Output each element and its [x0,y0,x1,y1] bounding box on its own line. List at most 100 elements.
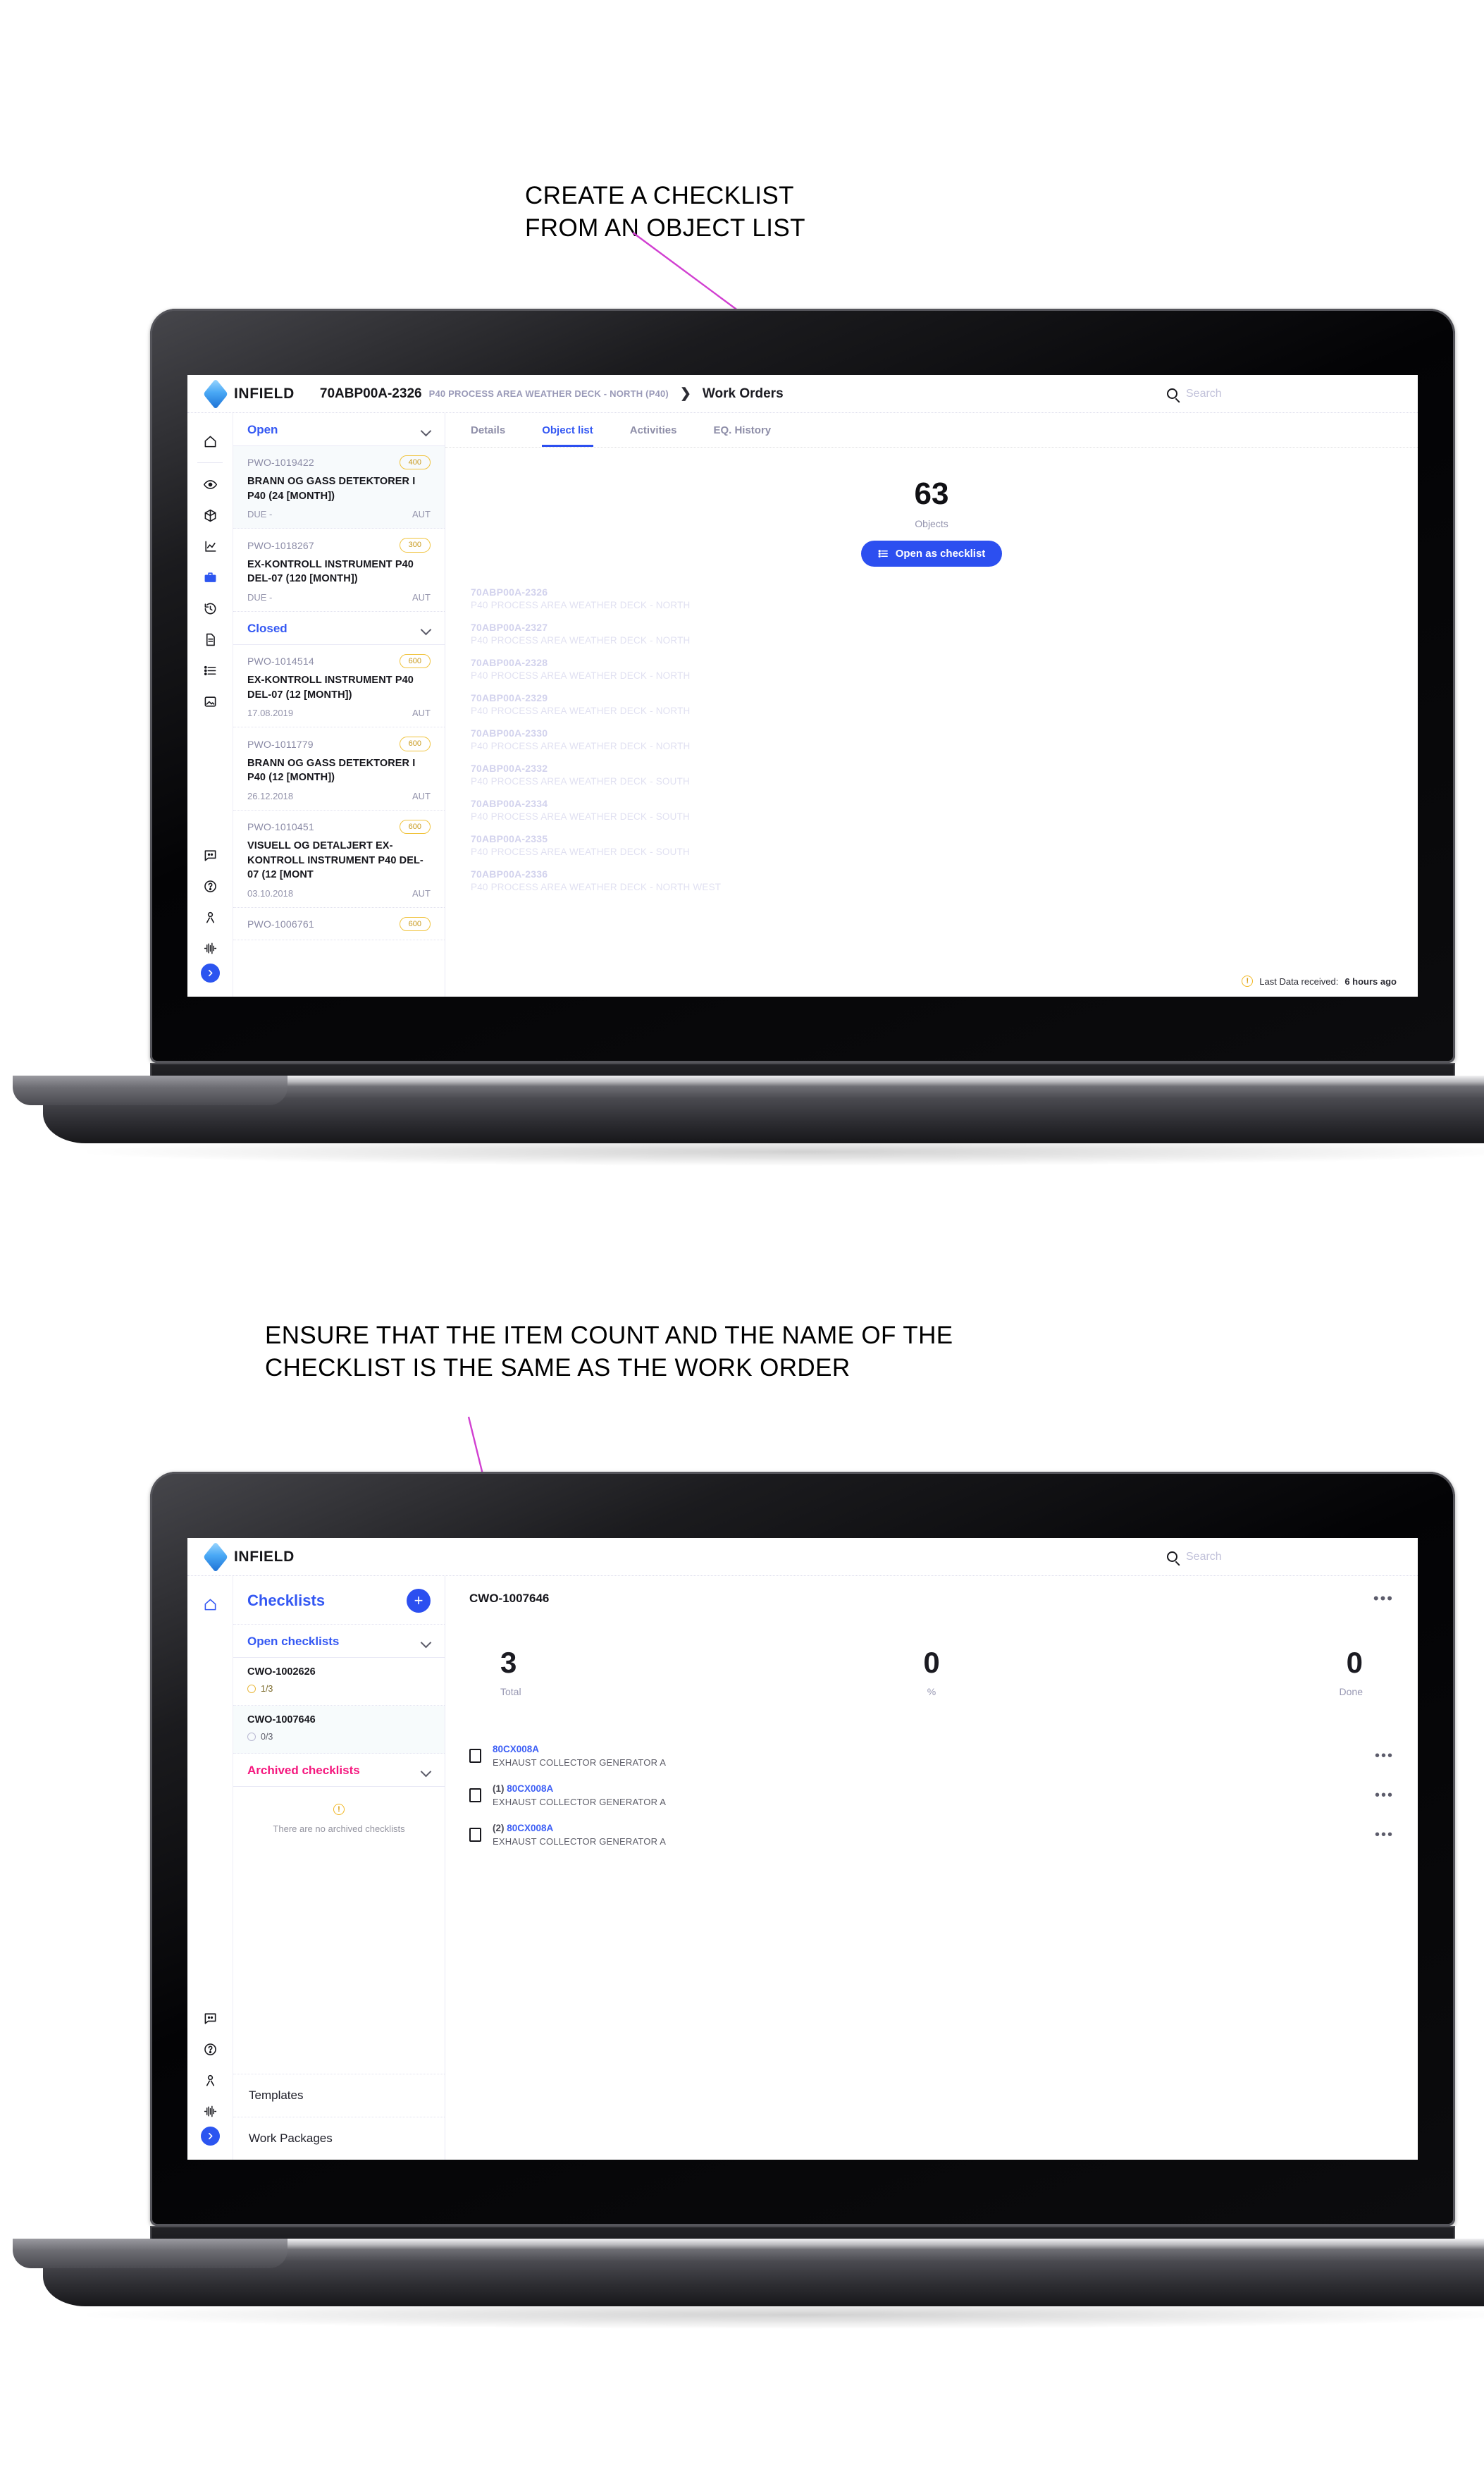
object-row[interactable]: 70ABP00A-2327 P40 PROCESS AREA WEATHER D… [471,622,1392,646]
sidebar-item-images[interactable] [196,686,224,717]
search-input[interactable]: Search [1186,1551,1222,1563]
tab-eq-history[interactable]: EQ. History [713,424,771,447]
status-bar: ! Last Data received: 6 hours ago [1242,976,1397,987]
checkbox-icon[interactable] [469,1788,481,1802]
breadcrumb-description: P40 PROCESS AREA WEATHER DECK - NORTH (P… [428,388,669,399]
checkbox-icon[interactable] [469,1828,481,1842]
sidebar-collapse-button[interactable] [200,2127,220,2146]
work-order-row[interactable]: PWO-1014514 600 EX-KONTROLL INSTRUMENT P… [233,645,445,728]
overflow-menu-icon[interactable]: ••• [1375,1749,1394,1763]
object-row[interactable]: 70ABP00A-2335 P40 PROCESS AREA WEATHER D… [471,833,1392,857]
open-as-checklist-button[interactable]: Open as checklist [860,541,1003,567]
search-input[interactable]: Search [1186,388,1222,400]
object-row[interactable]: 70ABP00A-2326 P40 PROCESS AREA WEATHER D… [471,586,1392,610]
sidebar-item-work-packages[interactable]: Work Packages [233,2117,445,2160]
object-row[interactable]: 70ABP00A-2334 P40 PROCESS AREA WEATHER D… [471,798,1392,822]
sidebar-item-profile[interactable] [196,902,224,933]
search-icon [1167,388,1177,399]
status-value: 6 hours ago [1344,976,1397,987]
sidebar-item-documents[interactable] [196,624,224,655]
checklist-item-tag: 80CX008A [507,1783,554,1794]
sidebar-item-cube[interactable] [196,500,224,531]
sidebar-item-messages[interactable] [196,839,224,871]
sidebar-item-list[interactable] [196,655,224,686]
group-label: Closed [247,621,287,635]
work-order-row[interactable]: PWO-1018267 300 EX-KONTROLL INSTRUMENT P… [233,529,445,612]
group-header-closed[interactable]: Closed [233,612,445,645]
overflow-menu-icon[interactable]: ••• [1375,1828,1394,1842]
work-order-due: DUE - [247,509,273,520]
tab-object-list[interactable]: Object list [542,424,593,447]
chevron-down-icon[interactable] [421,427,431,433]
sidebar-item-eye[interactable] [196,469,224,500]
checkbox-icon[interactable] [469,1749,481,1763]
search-box-2[interactable]: Search [1167,1551,1399,1563]
poster-canvas: CREATE A CHECKLIST FROM AN OBJECT LIST I… [0,0,1484,2479]
checklist-item-body: 80CX008A EXHAUST COLLECTOR GENERATOR A [493,1744,1375,1768]
sidebar-item-home[interactable] [196,426,224,457]
app-header-2: INFIELD Search [187,1538,1418,1576]
overflow-menu-icon[interactable]: ••• [1373,1591,1394,1606]
checklist-item[interactable]: 80CX008A EXHAUST COLLECTOR GENERATOR A •… [469,1737,1394,1776]
work-order-meta: 03.10.2018 AUT [247,888,431,899]
checklist-item-description: EXHAUST COLLECTOR GENERATOR A [493,1797,667,1807]
overflow-menu-icon[interactable]: ••• [1375,1788,1394,1802]
progress-text: 0/3 [261,1732,273,1742]
checklist-item[interactable]: (1) 80CX008A EXHAUST COLLECTOR GENERATOR… [469,1776,1394,1816]
checklist-row[interactable]: CWO-1002626 1/3 [233,1658,445,1706]
add-checklist-button[interactable]: + [407,1589,431,1613]
checklist-row[interactable]: CWO-1007646 0/3 [233,1706,445,1754]
checklist-sidebar[interactable]: Checklists + Open checklists CWO-1002626… [233,1576,445,2160]
work-order-row[interactable]: PWO-1019422 400 BRANN OG GASS DETEKTORER… [233,446,445,529]
checklist-detail-id: CWO-1007646 [469,1592,550,1605]
breadcrumb-code[interactable]: 70ABP00A-2326 [320,386,422,402]
work-order-id: PWO-1019422 [247,457,314,469]
tab-bar: Details Object list Activities EQ. Histo… [445,413,1418,448]
search-icon [1167,1551,1177,1562]
chevron-down-icon[interactable] [421,1639,431,1644]
group-header-open[interactable]: Open [233,413,445,446]
archived-empty-state: ! There are no archived checklists [233,1787,445,1851]
sidebar-item-waveform[interactable] [196,933,224,964]
checklist-items[interactable]: 80CX008A EXHAUST COLLECTOR GENERATOR A •… [445,1697,1418,1855]
group-header-archived-checklists[interactable]: Archived checklists [233,1754,445,1787]
object-row[interactable]: 70ABP00A-2328 P40 PROCESS AREA WEATHER D… [471,657,1392,681]
checklist-item[interactable]: (2) 80CX008A EXHAUST COLLECTOR GENERATOR… [469,1816,1394,1855]
sidebar-item-waveform[interactable] [196,2096,224,2127]
tab-activities[interactable]: Activities [630,424,677,447]
object-description: P40 PROCESS AREA WEATHER DECK - SOUTH [471,811,690,822]
rail-divider [197,462,223,463]
work-order-row[interactable]: PWO-1010451 600 VISUELL OG DETALJERT EX-… [233,811,445,908]
sidebar-item-templates[interactable]: Templates [233,2074,445,2117]
sidebar-item-work-orders[interactable] [196,562,224,593]
work-order-list[interactable]: Open PWO-1019422 400 BRANN OG GASS DETEK… [233,413,445,997]
work-order-row[interactable]: PWO-1011779 600 BRANN OG GASS DETEKTORER… [233,727,445,811]
sidebar-item-help[interactable] [196,2034,224,2065]
chevron-down-icon[interactable] [421,626,431,632]
sidebar-item-messages[interactable] [196,2003,224,2034]
sidebar-item-help[interactable] [196,871,224,902]
work-order-row[interactable]: PWO-1006761 600 [233,908,445,941]
sidebar-item-home[interactable] [196,1589,224,1620]
sidebar-item-profile[interactable] [196,2065,224,2096]
sidebar-collapse-button[interactable] [200,964,220,983]
app-body-2: Checklists + Open checklists CWO-1002626… [187,1576,1418,2160]
sidebar-item-history[interactable] [196,593,224,624]
chevron-down-icon[interactable] [421,1768,431,1773]
object-code: 70ABP00A-2328 [471,657,548,668]
object-description: P40 PROCESS AREA WEATHER DECK - NORTH [471,670,691,681]
search-box-1[interactable]: Search [1167,388,1399,400]
object-row[interactable]: 70ABP00A-2330 P40 PROCESS AREA WEATHER D… [471,727,1392,751]
group-label: Archived checklists [247,1764,360,1777]
work-order-id: PWO-1010451 [247,820,314,832]
object-list-items[interactable]: 70ABP00A-2326 P40 PROCESS AREA WEATHER D… [445,567,1418,892]
main-panel-checklist-detail: CWO-1007646 ••• 3 Total 0 % 0 Done 80CX0… [445,1576,1418,2160]
object-row[interactable]: 70ABP00A-2332 P40 PROCESS AREA WEATHER D… [471,763,1392,787]
sidebar-item-analytics[interactable] [196,531,224,562]
tab-details[interactable]: Details [471,424,505,447]
object-row[interactable]: 70ABP00A-2329 P40 PROCESS AREA WEATHER D… [471,692,1392,716]
work-order-meta: DUE - AUT [247,592,431,603]
group-header-open-checklists[interactable]: Open checklists [233,1625,445,1658]
stat-done: 0 Done [1075,1648,1394,1698]
object-row[interactable]: 70ABP00A-2336 P40 PROCESS AREA WEATHER D… [471,868,1392,892]
